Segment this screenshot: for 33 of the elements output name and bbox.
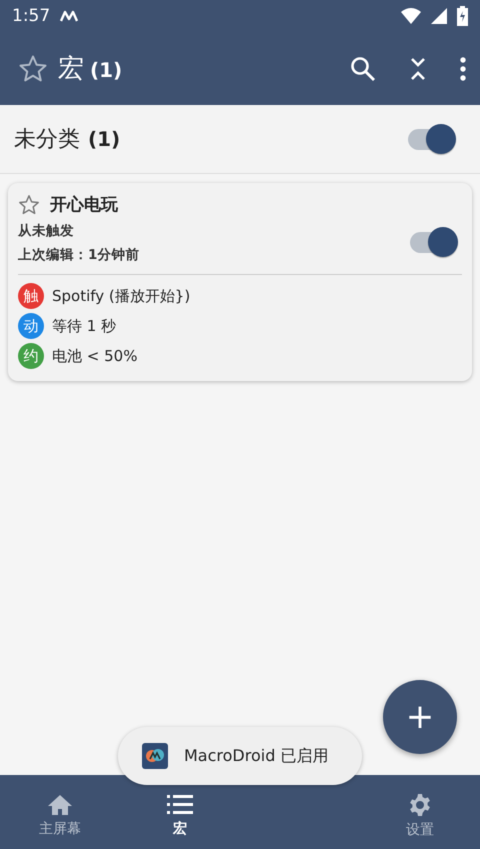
settings-icon: [408, 793, 432, 817]
star-icon[interactable]: [18, 54, 48, 84]
status-time: 1:57: [12, 6, 50, 26]
step-text: Spotify (播放开始}): [52, 286, 190, 306]
step-badge: 动: [18, 313, 44, 339]
home-icon: [47, 794, 73, 816]
collapse-icon[interactable]: [410, 56, 426, 80]
star-icon[interactable]: [18, 194, 40, 216]
app-icon: [142, 743, 168, 769]
battery-icon: [457, 6, 468, 26]
signal-icon: [431, 8, 447, 24]
category-count: (1): [88, 127, 120, 151]
more-icon[interactable]: [460, 56, 466, 80]
nav-tab[interactable]: 宏: [120, 775, 240, 849]
nav-tab[interactable]: 设置: [360, 775, 480, 849]
nav-tab[interactable]: 主屏幕: [0, 775, 120, 849]
search-icon[interactable]: [350, 56, 376, 82]
add-button[interactable]: +: [383, 680, 457, 754]
app-logo-icon: [60, 10, 78, 22]
trigger-status: 从未触发: [18, 222, 75, 240]
category-name: 未分类: [14, 126, 80, 154]
macro-count: (1): [90, 58, 122, 82]
last-edited: 上次编辑：1分钟前: [18, 246, 140, 264]
step-badge: 约: [18, 343, 44, 369]
screen-title: 宏: [58, 53, 84, 86]
wifi-icon: [401, 8, 421, 24]
step-text: 电池 < 50%: [52, 346, 138, 366]
macro-card[interactable]: 开心电玩 从未触发 上次编辑：1分钟前 触 Spotify (播放开始}) 动 等待 1 秒 约 电池 < 50%: [8, 183, 472, 381]
list-icon: [167, 794, 193, 816]
toast-text: MacroDroid 已启用: [184, 746, 328, 766]
step-text: 等待 1 秒: [52, 316, 116, 336]
macro-name: 开心电玩: [50, 194, 118, 216]
step-badge: 触: [18, 283, 44, 309]
